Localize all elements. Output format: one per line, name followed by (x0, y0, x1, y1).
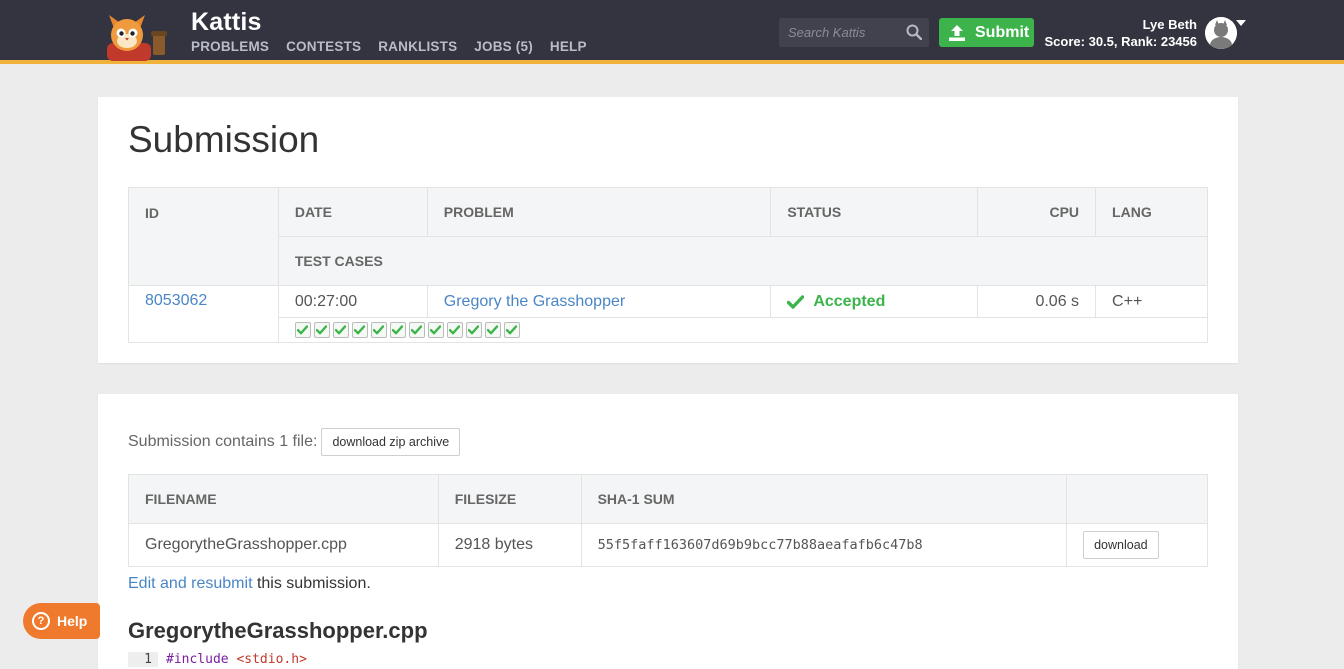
search-input[interactable] (779, 18, 899, 47)
main-nav: PROBLEMS CONTESTS RANKLISTS JOBS (5) HEL… (191, 39, 604, 54)
nav-jobs[interactable]: JOBS (5) (474, 39, 533, 54)
filename-cell: GregorytheGrasshopper.cpp (128, 523, 439, 567)
test-case-passed-icon[interactable] (446, 322, 463, 338)
col-cpu: CPU (977, 187, 1097, 237)
test-case-passed-icon[interactable] (465, 322, 482, 338)
col-sha1: SHA-1 SUM (580, 474, 1068, 524)
col-filesize: FILESIZE (437, 474, 582, 524)
submission-table-subheader: TEST CASES (129, 236, 1209, 286)
nav-help[interactable]: HELP (550, 39, 587, 54)
user-menu-caret-icon[interactable] (1236, 20, 1246, 26)
download-zip-button[interactable]: download zip archive (321, 428, 461, 456)
code-line: 1 #include <stdio.h> (128, 652, 307, 667)
problem-cell: Gregory the Grasshopper (426, 285, 772, 318)
source-file-title: GregorytheGrasshopper.cpp (128, 618, 428, 643)
upload-icon (949, 24, 965, 41)
test-case-passed-icon[interactable] (370, 322, 387, 338)
resubmit-text: this submission. (252, 575, 371, 592)
test-case-passed-icon[interactable] (351, 322, 368, 338)
test-case-passed-icon[interactable] (427, 322, 444, 338)
cpu-cell: 0.06 s (977, 285, 1097, 318)
code-include-keyword: #include (166, 652, 229, 667)
submission-card: Submission ID DATE PROBLEM STATUS CPU LA… (98, 97, 1238, 363)
col-problem: PROBLEM (426, 187, 772, 237)
download-cell: download (1066, 523, 1208, 567)
test-cases-list (294, 322, 1191, 338)
kattis-logo[interactable] (99, 9, 179, 63)
test-case-passed-icon[interactable] (313, 322, 330, 338)
sha1-cell: 55f5faff163607d69b9bcc77b88aeafafb6c47b8 (580, 523, 1068, 567)
table-row: 8053062 00:27:00 Gregory the Grasshopper… (128, 285, 1208, 343)
line-number: 1 (128, 652, 158, 667)
page-title: Submission (128, 119, 320, 160)
col-test-cases: TEST CASES (277, 236, 1209, 286)
resubmit-line: Edit and resubmit this submission. (128, 575, 371, 593)
col-lang: LANG (1095, 187, 1208, 237)
submit-button[interactable]: Submit (939, 18, 1034, 47)
test-case-passed-icon[interactable] (484, 322, 501, 338)
user-name[interactable]: Lye Beth (1143, 17, 1197, 32)
test-cases-cell (277, 317, 1209, 343)
help-widget-label: Help (57, 613, 88, 629)
test-case-passed-icon[interactable] (408, 322, 425, 338)
col-filename: FILENAME (128, 474, 439, 524)
status-badge: Accepted (787, 293, 961, 311)
top-navbar: Kattis PROBLEMS CONTESTS RANKLISTS JOBS … (0, 0, 1344, 64)
filesize-cell: 2918 bytes (437, 523, 582, 567)
download-file-button[interactable]: download (1083, 531, 1159, 559)
brand-name[interactable]: Kattis (191, 8, 262, 37)
search-icon[interactable] (906, 24, 922, 40)
col-id: ID (128, 187, 279, 286)
lang-cell: C++ (1095, 285, 1208, 318)
user-score: Score: 30.5, Rank: 23456 (1044, 34, 1197, 49)
code-include-header: <stdio.h> (236, 652, 307, 667)
search-box (779, 18, 929, 47)
status-text: Accepted (813, 292, 886, 310)
files-card: Submission contains 1 file: download zip… (98, 394, 1238, 669)
files-count-text: Submission contains 1 file: (128, 433, 318, 450)
submission-table: ID DATE PROBLEM STATUS CPU LANG TEST CAS… (128, 187, 1209, 343)
nav-contests[interactable]: CONTESTS (286, 39, 361, 54)
files-table-header: FILENAME FILESIZE SHA-1 SUM (128, 474, 1208, 524)
status-cell: Accepted (770, 285, 979, 318)
col-status: STATUS (770, 187, 979, 237)
avatar[interactable] (1205, 17, 1237, 49)
question-icon: ? (32, 612, 50, 630)
submission-id-cell: 8053062 (128, 285, 279, 343)
problem-link[interactable]: Gregory the Grasshopper (444, 293, 625, 310)
files-summary: Submission contains 1 file: download zip… (128, 428, 461, 456)
test-case-passed-icon[interactable] (294, 322, 311, 338)
test-case-passed-icon[interactable] (389, 322, 406, 338)
table-row: GregorytheGrasshopper.cpp 2918 bytes 55f… (128, 523, 1208, 567)
test-case-passed-icon[interactable] (332, 322, 349, 338)
col-date: DATE (277, 187, 428, 237)
date-cell: 00:27:00 (277, 285, 428, 318)
help-widget-button[interactable]: ? Help (23, 603, 100, 639)
submission-id-link[interactable]: 8053062 (145, 292, 207, 309)
nav-problems[interactable]: PROBLEMS (191, 39, 269, 54)
test-case-passed-icon[interactable] (503, 322, 520, 338)
edit-resubmit-link[interactable]: Edit and resubmit (128, 575, 253, 592)
files-table: FILENAME FILESIZE SHA-1 SUM GregorytheGr… (128, 474, 1208, 567)
check-icon (787, 294, 805, 309)
col-actions (1066, 474, 1208, 524)
submit-button-label: Submit (975, 23, 1030, 41)
code-text: #include <stdio.h> (158, 652, 307, 667)
nav-ranklists[interactable]: RANKLISTS (378, 39, 457, 54)
submission-table-header: ID DATE PROBLEM STATUS CPU LANG (128, 187, 1208, 286)
test-cases-row (129, 317, 1209, 343)
